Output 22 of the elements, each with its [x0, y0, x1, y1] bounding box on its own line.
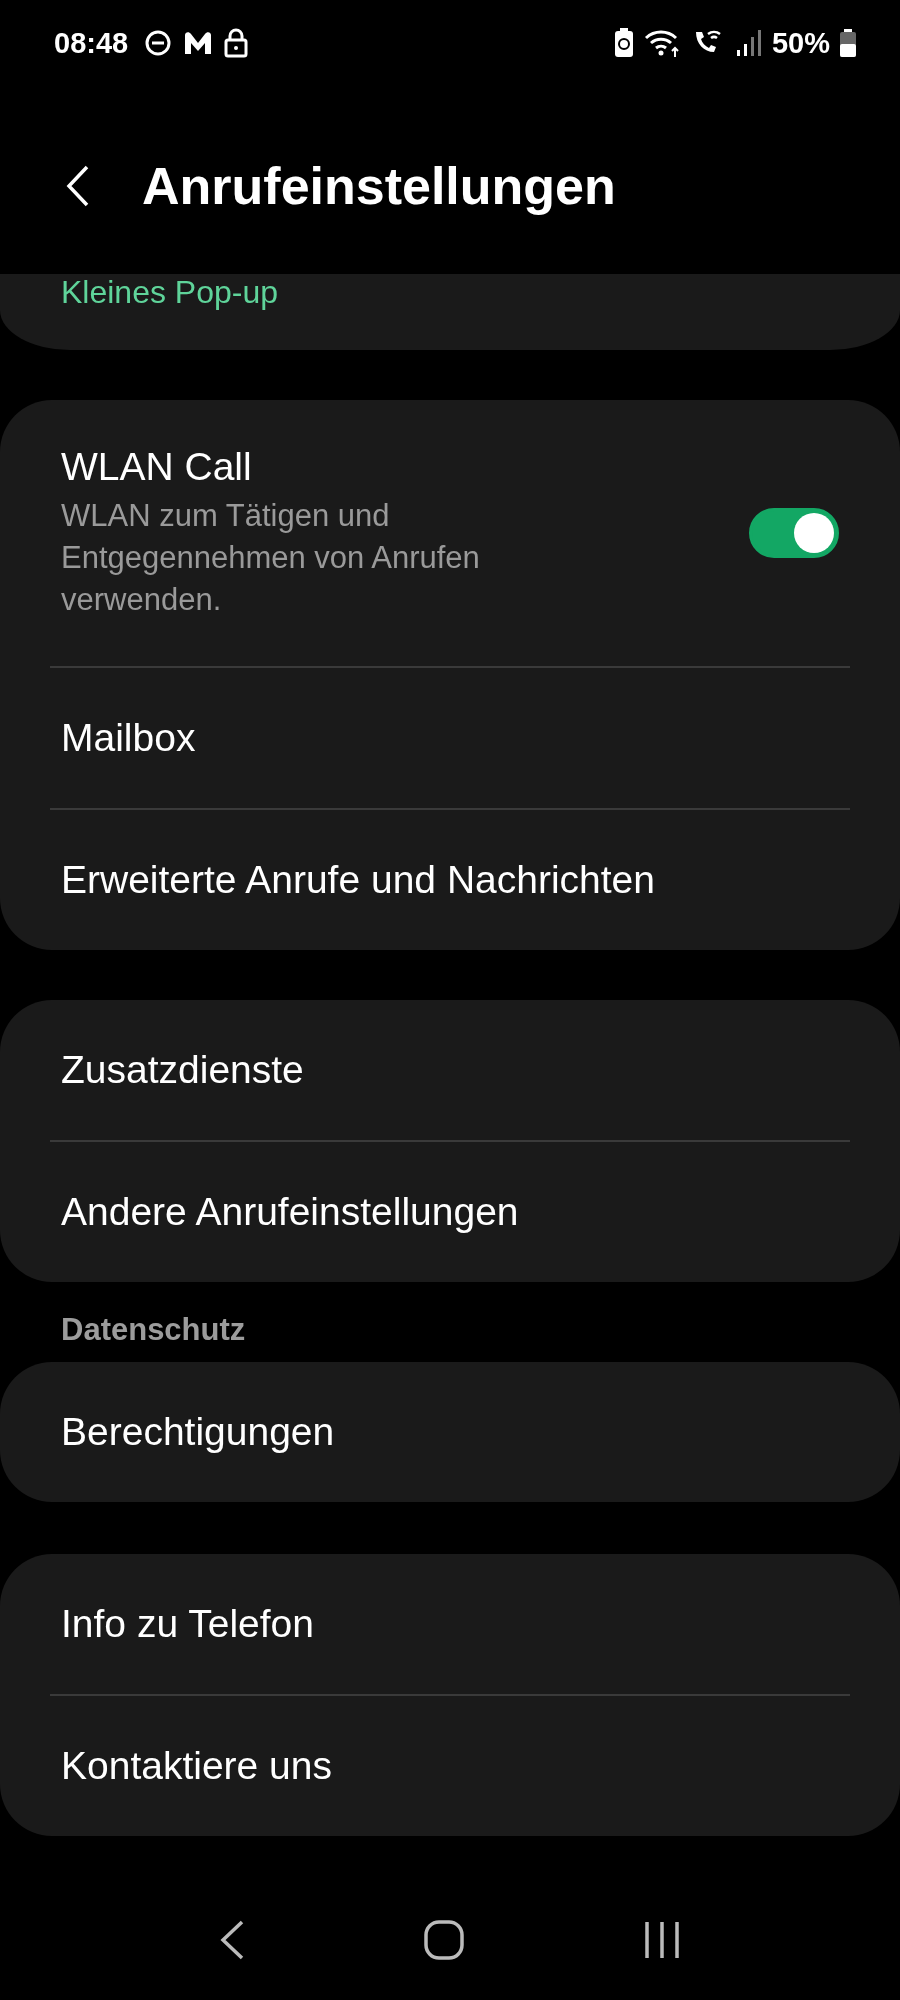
do-not-disturb-icon [144, 29, 173, 57]
settings-item[interactable]: Zusatzdienste [61, 1048, 304, 1092]
page-title: Anrufeinstellungen [142, 156, 616, 216]
settings-item[interactable]: Berechtigungen [61, 1410, 335, 1454]
settings-item[interactable]: Kontaktiere uns [61, 1744, 332, 1788]
section-header: Datenschutz [61, 1312, 247, 1348]
settings-item[interactable]: Mailbox [61, 716, 196, 760]
home-button[interactable] [423, 1919, 465, 1961]
settings-item[interactable]: Info zu Telefon [61, 1602, 314, 1646]
setting-description: WLAN zum Tätigen und Entgegennehmen von Anrufen verwenden. [61, 497, 481, 619]
settings-item[interactable]: Andere Anrufeinstellungen [61, 1190, 519, 1234]
lock-icon [224, 28, 249, 58]
battery-icon [840, 29, 856, 57]
setting-value[interactable]: Kleines Pop-up [61, 274, 279, 311]
signal-icon [735, 28, 762, 58]
settings-item[interactable]: Erweiterte Anrufe und Nachrichten [61, 858, 655, 902]
wlan-call-row[interactable]: WLAN Call WLAN zum Tätigen und Entgegennehmen von Anrufen verwenden. [0, 400, 900, 666]
battery-saver-icon [613, 28, 634, 58]
setting-title: WLAN Call [61, 445, 253, 489]
toggle-switch[interactable] [749, 508, 839, 558]
battery-level: 50% [771, 26, 830, 60]
clock: 08:48 [54, 26, 129, 60]
